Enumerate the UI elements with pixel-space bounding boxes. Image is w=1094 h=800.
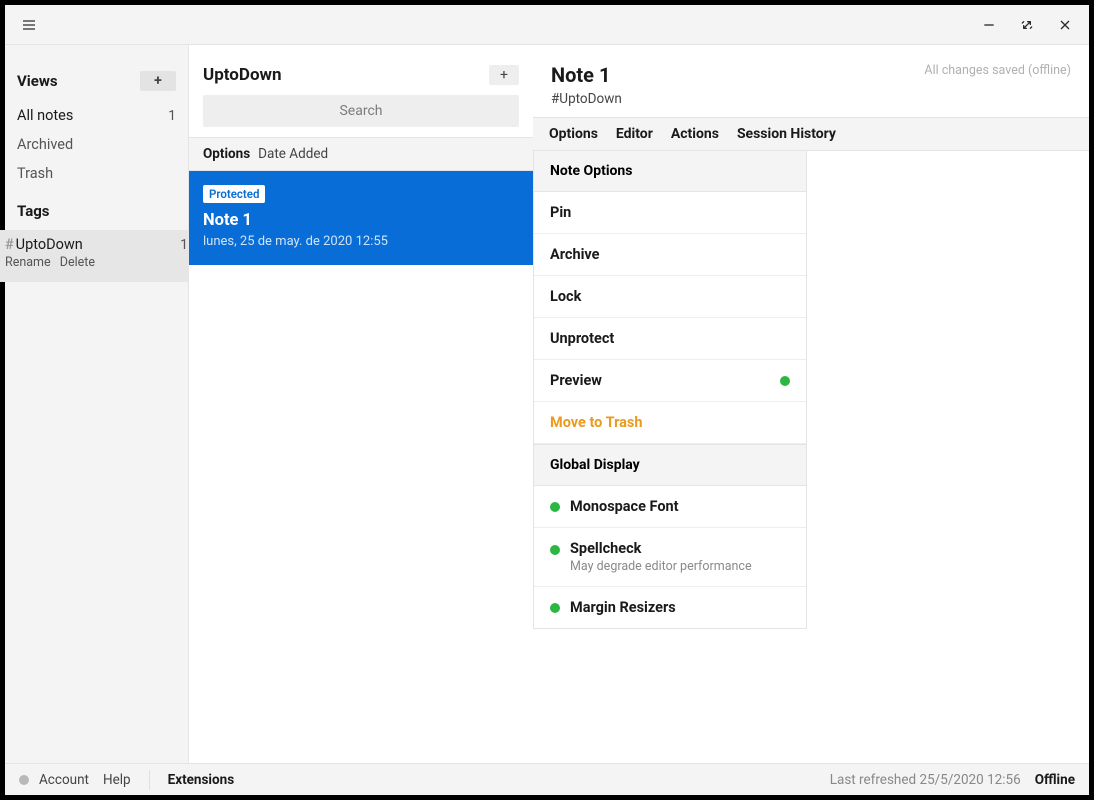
add-note-button[interactable]: +: [489, 65, 519, 85]
tab-session-history[interactable]: Session History: [737, 126, 836, 142]
sidebar-item-allnotes[interactable]: All notes 1: [17, 101, 176, 130]
footer-status[interactable]: Offline: [1035, 772, 1075, 788]
tags-label: Tags: [17, 202, 50, 220]
sidebar-item-label: All notes: [17, 107, 73, 124]
note-options-header: Note Options: [534, 151, 806, 192]
footer-account[interactable]: Account: [39, 772, 89, 788]
minimize-icon[interactable]: [979, 15, 999, 35]
sidebar-tag-row[interactable]: #UptoDown 1 Rename Delete: [0, 230, 200, 282]
close-icon[interactable]: [1055, 15, 1075, 35]
sidebar: Views + All notes 1 Archived Trash Tags: [5, 45, 189, 763]
sidebar-item-archived[interactable]: Archived: [17, 130, 176, 159]
sidebar-item-count: 1: [168, 108, 176, 124]
add-view-button[interactable]: +: [140, 71, 176, 91]
footer-bar: Account Help Extensions Last refreshed 2…: [5, 763, 1089, 795]
option-margin-resizers[interactable]: Margin Resizers: [534, 587, 806, 628]
global-display-header: Global Display: [534, 444, 806, 486]
search-input[interactable]: Search: [203, 95, 519, 127]
note-item-date: lunes, 25 de may. de 2020 12:55: [203, 234, 519, 249]
spellcheck-subtext: May degrade editor performance: [570, 559, 752, 574]
list-title: UptoDown: [203, 65, 282, 85]
tag-rename-button[interactable]: Rename: [5, 255, 51, 270]
menu-icon[interactable]: [19, 15, 39, 35]
maximize-icon[interactable]: [1017, 15, 1037, 35]
option-preview[interactable]: Preview: [534, 360, 806, 402]
tab-editor[interactable]: Editor: [616, 126, 653, 142]
note-list-item[interactable]: Protected Note 1 lunes, 25 de may. de 20…: [189, 171, 533, 265]
views-label: Views: [17, 72, 58, 90]
status-dot-icon: [550, 545, 560, 555]
tag-count: 1: [180, 237, 188, 253]
save-status: All changes saved (offline): [924, 63, 1071, 78]
list-sort-options-label: Options: [203, 146, 250, 162]
option-spellcheck[interactable]: Spellcheck May degrade editor performanc…: [534, 528, 806, 587]
editor-title: Note 1: [551, 63, 622, 87]
option-monospace[interactable]: Monospace Font: [534, 486, 806, 528]
status-dot-icon: [550, 502, 560, 512]
note-item-title: Note 1: [203, 211, 519, 230]
option-move-to-trash[interactable]: Move to Trash: [534, 402, 806, 444]
option-lock[interactable]: Lock: [534, 276, 806, 318]
footer-refreshed: Last refreshed 25/5/2020 12:56: [830, 772, 1021, 788]
divider: [149, 770, 150, 790]
sidebar-item-trash[interactable]: Trash: [17, 159, 176, 188]
protected-badge: Protected: [203, 185, 265, 203]
list-sort-value: Date Added: [258, 146, 328, 162]
titlebar: [5, 5, 1089, 45]
tab-actions[interactable]: Actions: [671, 126, 719, 142]
tag-hash: #: [5, 236, 14, 253]
status-dot-icon: [550, 603, 560, 613]
footer-help[interactable]: Help: [103, 772, 131, 788]
tag-delete-button[interactable]: Delete: [60, 255, 95, 270]
status-dot-icon: [780, 376, 790, 386]
editor-tag: #UptoDown: [551, 91, 622, 107]
list-sort-bar[interactable]: Options Date Added: [189, 137, 533, 171]
status-dot-icon: [19, 775, 29, 785]
option-unprotect[interactable]: Unprotect: [534, 318, 806, 360]
editor-tabs: Options Editor Actions Session History: [533, 117, 1089, 151]
option-archive[interactable]: Archive: [534, 234, 806, 276]
options-panel: Note Options Pin Archive Lock Unprotect …: [533, 151, 807, 629]
tab-options[interactable]: Options: [549, 126, 598, 142]
sidebar-item-label: Trash: [17, 165, 53, 182]
footer-extensions[interactable]: Extensions: [168, 772, 235, 788]
editor-column: Note 1 #UptoDown All changes saved (offl…: [533, 45, 1089, 763]
sidebar-item-label: Archived: [17, 136, 73, 153]
app-window: Views + All notes 1 Archived Trash Tags: [5, 5, 1089, 795]
tag-name: UptoDown: [16, 236, 83, 253]
option-pin[interactable]: Pin: [534, 192, 806, 234]
note-list-column: UptoDown + Search Options Date Added Pro…: [189, 45, 533, 763]
